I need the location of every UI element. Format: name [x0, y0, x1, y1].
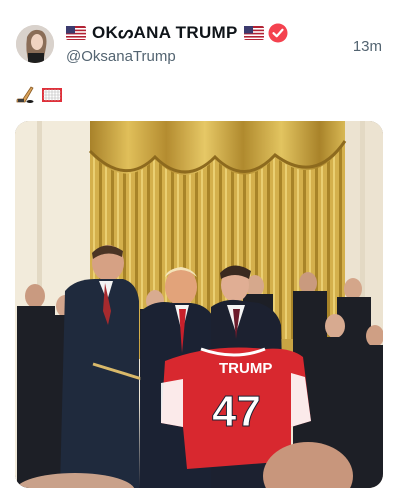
ice-hockey-icon — [16, 86, 36, 104]
goal-net-icon — [42, 86, 62, 104]
us-flag-icon — [243, 26, 264, 40]
post-text — [16, 86, 62, 104]
post-image[interactable]: TRUMP 47 — [15, 121, 383, 488]
author-display-name[interactable]: OKᔕANA TRUMP — [92, 23, 238, 43]
author-handle[interactable]: @OksanaTrump — [66, 48, 176, 65]
us-flag-icon — [66, 26, 86, 40]
post-header: OKᔕANA TRUMP @OksanaTrump 13m — [0, 0, 399, 80]
jersey-name-text: TRUMP — [219, 360, 272, 377]
jersey-number-text: 47 — [212, 387, 261, 436]
author-name-row[interactable]: OKᔕANA TRUMP — [66, 23, 288, 43]
verified-badge-icon — [268, 23, 288, 43]
post-timestamp[interactable]: 13m — [353, 38, 382, 55]
avatar[interactable] — [16, 25, 54, 63]
